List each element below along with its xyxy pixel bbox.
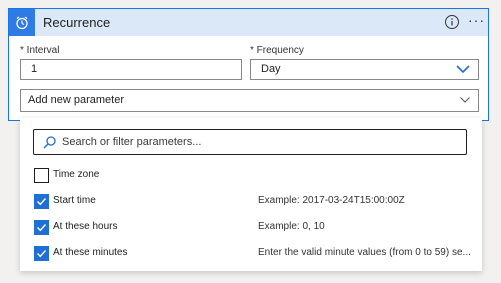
- search-placeholder: Search or filter parameters...: [62, 136, 202, 148]
- checkbox[interactable]: [34, 168, 49, 183]
- chevron-down-icon: [456, 65, 470, 74]
- add-new-parameter-dropdown[interactable]: Add new parameter: [20, 89, 479, 112]
- option-example: Example: 0, 10: [258, 221, 325, 232]
- interval-field[interactable]: 1: [20, 59, 242, 80]
- option-example: Enter the valid minute values (from 0 to…: [258, 247, 471, 258]
- recurrence-card: Recurrence ··· * Interval 1 * Frequency …: [8, 8, 489, 121]
- option-at-these-minutes[interactable]: At these minutes Enter the valid minute …: [34, 246, 474, 266]
- option-label: Time zone: [53, 169, 100, 180]
- option-time-zone[interactable]: Time zone: [34, 168, 474, 188]
- parameter-dropdown-panel: Search or filter parameters... Time zone…: [20, 118, 482, 271]
- option-example: Example: 2017-03-24T15:00:00Z: [258, 195, 405, 206]
- more-options-icon[interactable]: ···: [468, 12, 485, 28]
- option-start-time[interactable]: Start time Example: 2017-03-24T15:00:00Z: [34, 194, 474, 214]
- chevron-down-icon: [460, 97, 470, 103]
- interval-value: 1: [31, 63, 38, 75]
- interval-label: * Interval: [20, 45, 60, 56]
- frequency-select[interactable]: Day: [250, 59, 479, 80]
- option-label: At these minutes: [53, 247, 128, 258]
- info-icon[interactable]: [444, 14, 460, 30]
- card-header[interactable]: Recurrence ···: [9, 9, 488, 36]
- checkmark-icon: [37, 198, 47, 206]
- frequency-value: Day: [261, 63, 281, 75]
- option-label: At these hours: [53, 221, 118, 232]
- option-at-these-hours[interactable]: At these hours Example: 0, 10: [34, 220, 474, 240]
- add-parameter-label: Add new parameter: [28, 94, 124, 106]
- search-icon: [43, 136, 56, 149]
- checkbox-checked[interactable]: [34, 220, 49, 235]
- option-label: Start time: [53, 195, 96, 206]
- alarm-clock-icon: [9, 9, 35, 36]
- checkbox-checked[interactable]: [34, 246, 49, 261]
- parameter-search-input[interactable]: Search or filter parameters...: [33, 129, 467, 155]
- card-title: Recurrence: [43, 15, 111, 30]
- frequency-label: * Frequency: [250, 45, 304, 56]
- checkbox-checked[interactable]: [34, 194, 49, 209]
- checkmark-icon: [37, 224, 47, 232]
- checkmark-icon: [37, 250, 47, 258]
